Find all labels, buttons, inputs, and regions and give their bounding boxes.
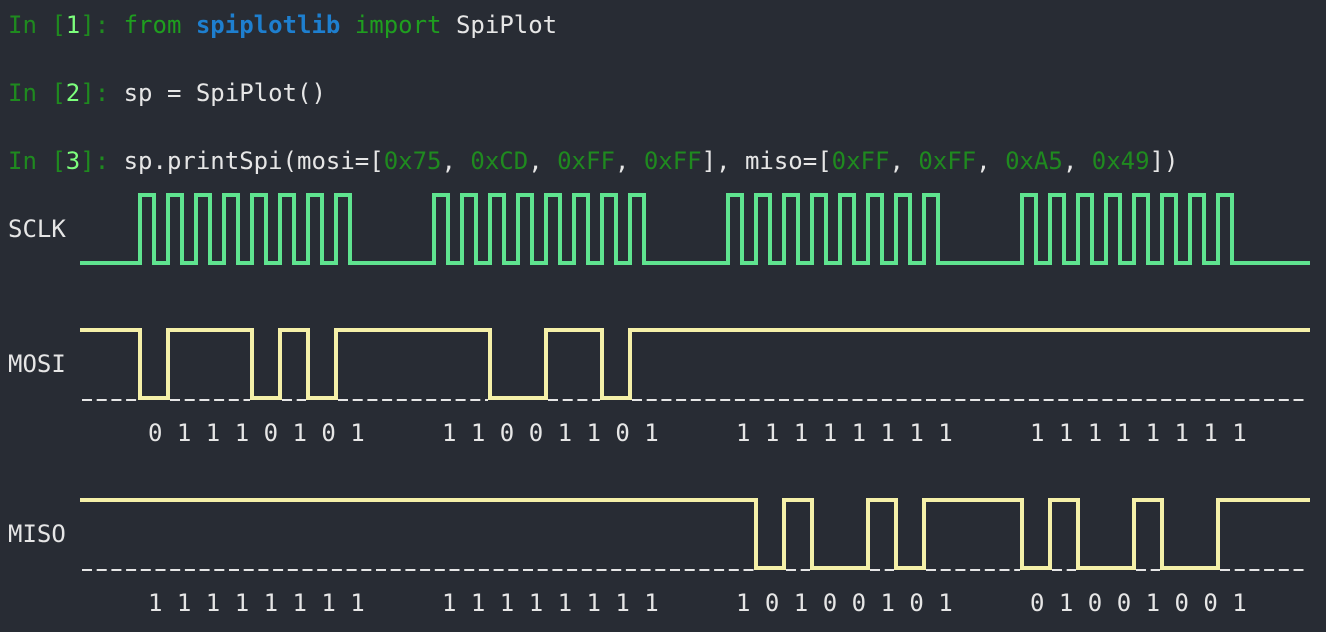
spi-waveform-plot bbox=[80, 193, 1310, 571]
mosi-byte-bits: 1 1 0 0 1 1 0 1 bbox=[442, 419, 659, 447]
mosi-label: MOSI bbox=[8, 350, 66, 378]
mosi-byte-bits: 1 1 1 1 1 1 1 1 bbox=[1030, 419, 1247, 447]
notebook-output: In [1]: from spiplotlib import SpiPlot In… bbox=[0, 0, 1326, 632]
miso-byte-bits: 1 0 1 0 0 1 0 1 bbox=[736, 589, 953, 617]
miso-label: MISO bbox=[8, 520, 66, 548]
miso-byte-bits: 0 1 0 0 1 0 0 1 bbox=[1030, 589, 1247, 617]
miso-byte-bits: 1 1 1 1 1 1 1 1 bbox=[442, 589, 659, 617]
sclk-waveform bbox=[80, 193, 1310, 265]
mosi-waveform bbox=[80, 328, 1310, 400]
sclk-label: SCLK bbox=[8, 215, 66, 243]
mosi-byte-bits: 0 1 1 1 0 1 0 1 bbox=[148, 419, 365, 447]
mosi-byte-bits: 1 1 1 1 1 1 1 1 bbox=[736, 419, 953, 447]
miso-waveform bbox=[80, 498, 1310, 570]
miso-byte-bits: 1 1 1 1 1 1 1 1 bbox=[148, 589, 365, 617]
